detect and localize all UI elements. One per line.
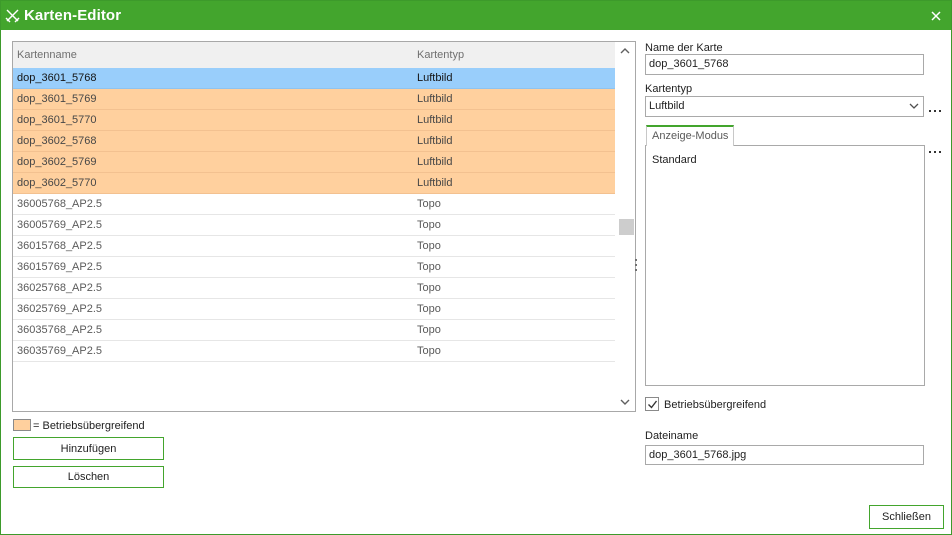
cell-kartentyp: Luftbild bbox=[417, 93, 453, 105]
table-row[interactable]: dop_3601_5769 Luftbild bbox=[13, 89, 615, 110]
cell-kartentyp: Topo bbox=[417, 240, 441, 252]
table-row[interactable]: 36025768_AP2.5 Topo bbox=[13, 278, 615, 299]
legend-text: = Betriebsübergreifend bbox=[33, 420, 145, 432]
cell-kartenname: 36025769_AP2.5 bbox=[17, 303, 103, 315]
map-type-dropdown[interactable]: Luftbild bbox=[645, 96, 924, 117]
legend-swatch bbox=[13, 419, 31, 431]
grid-vertical-scrollbar[interactable] bbox=[615, 42, 635, 411]
table-row[interactable]: dop_3601_5768 Luftbild bbox=[13, 68, 615, 89]
cell-kartentyp: Luftbild bbox=[417, 177, 453, 189]
delete-button[interactable]: Löschen bbox=[13, 466, 164, 488]
cell-kartentyp: Topo bbox=[417, 219, 441, 231]
table-row[interactable]: 36015768_AP2.5 Topo bbox=[13, 236, 615, 257]
cell-kartentyp: Topo bbox=[417, 324, 441, 336]
window-title: Karten-Editor bbox=[24, 7, 122, 24]
cell-kartentyp: Topo bbox=[417, 282, 441, 294]
table-row[interactable]: 36035768_AP2.5 Topo bbox=[13, 320, 615, 341]
table-row[interactable]: dop_3601_5770 Luftbild bbox=[13, 110, 615, 131]
cell-kartentyp: Topo bbox=[417, 303, 441, 315]
cell-kartenname: dop_3602_5769 bbox=[17, 156, 97, 168]
map-name-label: Name der Karte bbox=[645, 42, 723, 54]
grid-body: dop_3601_5768 Luftbild dop_3601_5769 Luftbi… bbox=[13, 68, 615, 362]
grid-header: Kartenname Kartentyp bbox=[13, 42, 615, 68]
table-row[interactable]: 36025769_AP2.5 Topo bbox=[13, 299, 615, 320]
cell-kartenname: dop_3601_5770 bbox=[17, 114, 97, 126]
cell-kartenname: 36015768_AP2.5 bbox=[17, 240, 103, 252]
cell-kartentyp: Luftbild bbox=[417, 72, 453, 84]
maps-grid[interactable]: Kartenname Kartentyp dop_3601_5768 Luftbi… bbox=[12, 41, 636, 412]
karten-editor-window: Karten-Editor Kartenname Kartentyp dop_3… bbox=[0, 0, 952, 535]
splitter-grip-icon[interactable] bbox=[634, 259, 638, 271]
cell-kartenname: dop_3602_5770 bbox=[17, 177, 97, 189]
close-button[interactable]: Schließen bbox=[869, 505, 944, 529]
crossed-swords-icon bbox=[5, 9, 20, 23]
cell-kartentyp: Topo bbox=[417, 345, 441, 357]
cell-kartentyp: Luftbild bbox=[417, 135, 453, 147]
cell-kartentyp: Topo bbox=[417, 198, 441, 210]
add-button[interactable]: Hinzufügen bbox=[13, 437, 164, 460]
mode-more-dots-icon[interactable] bbox=[929, 149, 941, 155]
filename-label: Dateiname bbox=[645, 430, 699, 442]
cross-company-label: Betriebsübergreifend bbox=[664, 399, 767, 411]
scrollbar-thumb[interactable] bbox=[619, 219, 634, 235]
cell-kartentyp: Luftbild bbox=[417, 156, 453, 168]
cell-kartenname: dop_3601_5769 bbox=[17, 93, 97, 105]
filename-field[interactable]: dop_3601_5768.jpg bbox=[645, 445, 924, 465]
table-row[interactable]: 36005769_AP2.5 Topo bbox=[13, 215, 615, 236]
table-row[interactable]: 36015769_AP2.5 Topo bbox=[13, 257, 615, 278]
table-row[interactable]: dop_3602_5769 Luftbild bbox=[13, 152, 615, 173]
cell-kartentyp: Luftbild bbox=[417, 114, 453, 126]
table-row[interactable]: 36005768_AP2.5 Topo bbox=[13, 194, 615, 215]
display-mode-item[interactable]: Standard bbox=[652, 154, 697, 166]
cell-kartentyp: Topo bbox=[417, 261, 441, 273]
tab-anzeige-modus[interactable]: Anzeige-Modus bbox=[646, 125, 735, 146]
cell-kartenname: 36035768_AP2.5 bbox=[17, 324, 103, 336]
cell-kartenname: 36035769_AP2.5 bbox=[17, 345, 103, 357]
cross-company-checkbox[interactable] bbox=[645, 397, 659, 411]
chevron-down-icon bbox=[909, 103, 919, 109]
cell-kartenname: dop_3602_5768 bbox=[17, 135, 97, 147]
display-mode-panel: Standard bbox=[645, 145, 925, 386]
cell-kartenname: 36005769_AP2.5 bbox=[17, 219, 103, 231]
table-row[interactable]: 36035769_AP2.5 Topo bbox=[13, 341, 615, 362]
cell-kartenname: 36025768_AP2.5 bbox=[17, 282, 103, 294]
checkmark-icon bbox=[648, 400, 658, 409]
cell-kartenname: dop_3601_5768 bbox=[17, 72, 97, 84]
column-header-kartentyp[interactable]: Kartentyp bbox=[417, 49, 464, 61]
scroll-down-arrow-icon[interactable] bbox=[619, 397, 631, 407]
map-type-value: Luftbild bbox=[649, 100, 685, 112]
table-row[interactable]: dop_3602_5770 Luftbild bbox=[13, 173, 615, 194]
map-name-field[interactable]: dop_3601_5768 bbox=[645, 54, 924, 75]
column-header-kartenname[interactable]: Kartenname bbox=[17, 49, 77, 61]
cell-kartenname: 36005768_AP2.5 bbox=[17, 198, 103, 210]
close-icon bbox=[931, 10, 941, 21]
type-more-dots-icon[interactable] bbox=[929, 108, 941, 114]
table-row[interactable]: dop_3602_5768 Luftbild bbox=[13, 131, 615, 152]
window-close-button[interactable] bbox=[921, 1, 951, 30]
cell-kartenname: 36015769_AP2.5 bbox=[17, 261, 103, 273]
map-type-label: Kartentyp bbox=[645, 83, 693, 95]
scroll-up-arrow-icon[interactable] bbox=[619, 46, 631, 56]
title-bar: Karten-Editor bbox=[1, 1, 951, 30]
